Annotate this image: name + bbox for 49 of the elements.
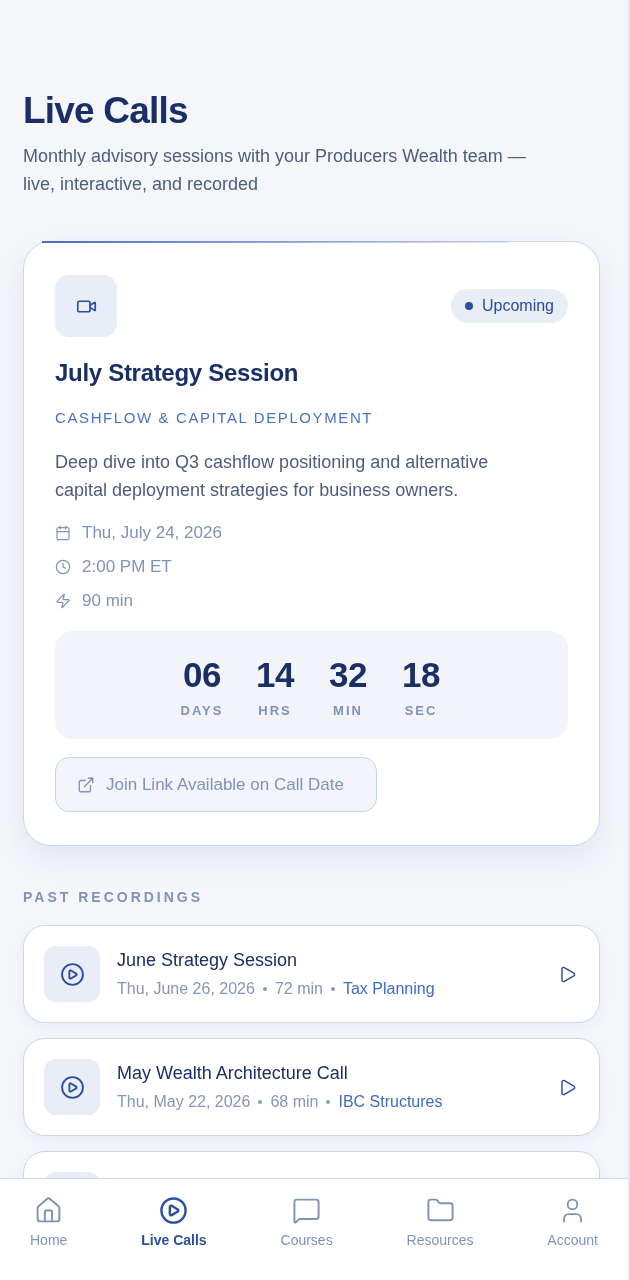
call-description: Deep dive into Q3 cashflow positioning and alternative capital deployment strategies for business owners. [55,451,490,502]
call-category: CASHFLOW & CAPITAL DEPLOYMENT [55,408,375,428]
countdown-unit: MIN [333,703,363,719]
recording-date: Thu, June 26, 2026 [117,979,255,999]
call-title: July Strategy Session [55,358,300,388]
page-title: Live Calls [23,89,189,133]
play-circle-icon [59,1074,85,1100]
nav-tab[interactable]: Live Calls [141,1196,207,1249]
recording-card[interactable]: June Strategy Session Thu, June 26, 2026 72 min Tax Planning [23,925,600,1023]
nav-tab[interactable]: Resources [406,1196,474,1249]
countdown-value: 14 [256,655,294,695]
video-camera-tile-icon [55,275,117,337]
separator-dot-icon [330,987,335,991]
section-heading: PAST RECORDINGS [23,888,205,906]
external-link-icon [77,775,95,794]
recording-duration: 68 min [270,1092,319,1112]
countdown-unit: SEC [404,703,438,719]
nav-tab[interactable]: Account [547,1196,598,1249]
call-detail: Thu, July 24, 2026 [82,522,222,544]
page-subtitle: Monthly advisory sessions with your Producers Wealth team — live, interactive, and recorded [23,145,527,196]
topic-tag: Tax Planning [342,979,435,999]
lightning-icon [55,593,71,609]
countdown-value: 18 [402,655,440,695]
countdown-unit: HRS [258,703,292,719]
countdown-value: 32 [329,655,367,695]
clock-icon [55,559,71,575]
play-circle-icon [59,961,85,987]
separator-dot-icon [262,987,267,991]
recording-card[interactable]: May Wealth Architecture Call Thu, May 22, 2026 68 min IBC Structures [23,1038,600,1136]
status-dot-icon [464,302,473,310]
separator-dot-icon [258,1100,263,1104]
play-icon[interactable] [558,964,577,984]
separator-dot-icon [326,1100,331,1104]
status-label: Upcoming [481,296,554,316]
recording-title: June Strategy Session [117,949,299,971]
play-circle-icon [159,1196,189,1225]
call-detail: 2:00 PM ET [82,556,172,578]
countdown-unit: DAYS [180,703,224,719]
recording-duration: 72 min [274,979,323,999]
recording-title: May Wealth Architecture Call [117,1062,349,1084]
speech-bubble-icon [292,1196,322,1225]
topic-tag: IBC Structures [338,1092,443,1112]
nav-tab[interactable]: Home [30,1196,68,1249]
play-icon[interactable] [558,1077,577,1097]
nav-tab[interactable]: Courses [280,1196,333,1249]
recording-date: Thu, May 22, 2026 [117,1092,251,1112]
countdown-value: 06 [183,655,221,695]
calendar-icon [55,525,71,541]
call-detail: 90 min [82,590,134,612]
